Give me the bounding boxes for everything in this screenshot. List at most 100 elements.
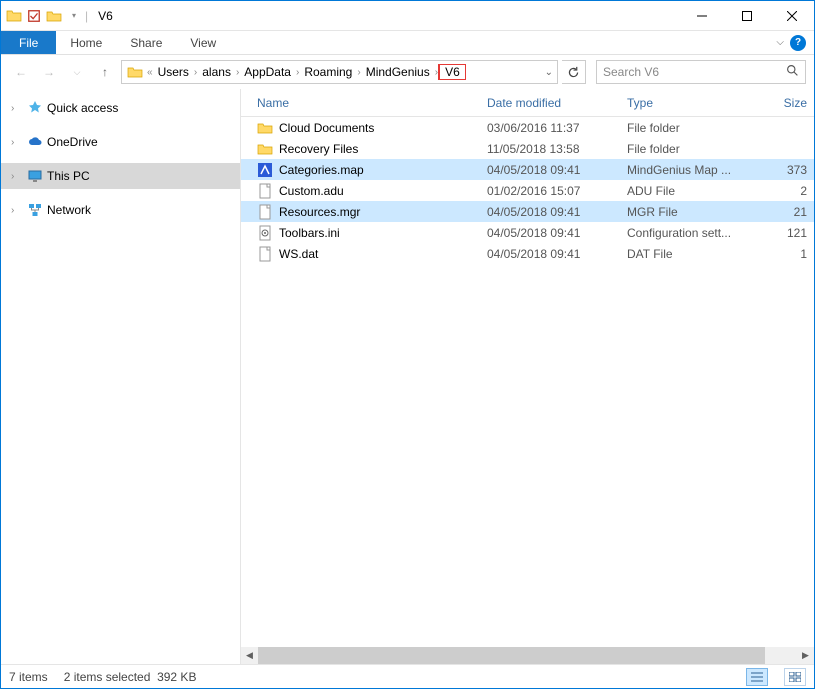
ribbon-expand-icon[interactable]: ⌵ bbox=[776, 37, 784, 48]
help-icon[interactable]: ? bbox=[790, 35, 806, 51]
recent-dropdown[interactable]: ⌵ bbox=[65, 60, 89, 84]
folder-icon bbox=[257, 141, 273, 157]
details-view-button[interactable] bbox=[746, 668, 768, 686]
column-name[interactable]: Name bbox=[257, 96, 487, 110]
tree-item-onedrive[interactable]: › OneDrive bbox=[1, 129, 240, 155]
file-row[interactable]: Categories.map 04/05/2018 09:41MindGenius… bbox=[241, 159, 814, 180]
column-type[interactable]: Type bbox=[627, 96, 747, 110]
file-date: 03/06/2016 11:37 bbox=[487, 121, 627, 135]
monitor-icon bbox=[27, 168, 43, 184]
breadcrumb-v6[interactable]: V6 bbox=[439, 64, 466, 80]
column-date[interactable]: Date modified bbox=[487, 96, 627, 110]
status-selected-size: 392 KB bbox=[157, 670, 196, 684]
file-row[interactable]: Toolbars.ini 04/05/2018 09:41Configuratio… bbox=[241, 222, 814, 243]
file-row[interactable]: Recovery Files11/05/2018 13:58File folde… bbox=[241, 138, 814, 159]
file-row[interactable]: Cloud Documents 03/06/2016 11:37File fold… bbox=[241, 117, 814, 138]
file-row[interactable]: Custom.adu 01/02/2016 15:07ADU File2 bbox=[241, 180, 814, 201]
breadcrumb-appdata[interactable]: AppData bbox=[240, 65, 295, 79]
chevron-right-icon[interactable]: › bbox=[11, 137, 23, 148]
file-name: WS.dat bbox=[279, 247, 318, 261]
file-name: Cloud Documents bbox=[279, 121, 374, 135]
column-size[interactable]: Size bbox=[747, 96, 807, 110]
horizontal-scrollbar[interactable]: ◀ ▶ bbox=[241, 647, 814, 664]
status-selected-count: 2 items selected bbox=[64, 670, 151, 684]
file-name: Toolbars.ini bbox=[279, 226, 340, 240]
file-size: 121 bbox=[747, 226, 807, 240]
up-button[interactable]: ↑ bbox=[93, 60, 117, 84]
search-icon bbox=[786, 64, 799, 80]
file-date: 01/02/2016 15:07 bbox=[487, 184, 627, 198]
ribbon-home-tab[interactable]: Home bbox=[56, 31, 116, 54]
scrollbar-thumb[interactable] bbox=[258, 647, 765, 664]
file-name: Custom.adu bbox=[279, 184, 344, 198]
file-size: 373 bbox=[747, 163, 807, 177]
file-size: 21 bbox=[747, 205, 807, 219]
tree-label: Quick access bbox=[47, 101, 118, 115]
file-icon bbox=[257, 183, 273, 199]
file-type: Configuration sett... bbox=[627, 226, 747, 240]
maximize-button[interactable] bbox=[724, 1, 769, 31]
file-row[interactable]: WS.dat 04/05/2018 09:41DAT File1 bbox=[241, 243, 814, 264]
forward-button[interactable]: → bbox=[37, 60, 61, 84]
scroll-left-button[interactable]: ◀ bbox=[241, 647, 258, 664]
folder-icon bbox=[257, 120, 273, 136]
file-size: 2 bbox=[747, 184, 807, 198]
map-icon bbox=[257, 162, 273, 178]
file-date: 11/05/2018 13:58 bbox=[487, 142, 627, 156]
search-placeholder: Search V6 bbox=[603, 65, 659, 79]
qat-dropdown-icon[interactable]: ▾ bbox=[65, 7, 83, 25]
file-name: Categories.map bbox=[279, 163, 364, 177]
column-headers[interactable]: Name Date modified Type Size bbox=[241, 89, 814, 117]
ini-icon bbox=[257, 225, 273, 241]
chevron-right-icon[interactable]: › bbox=[11, 171, 23, 182]
properties-icon[interactable] bbox=[25, 7, 43, 25]
file-date: 04/05/2018 09:41 bbox=[487, 163, 627, 177]
minimize-button[interactable] bbox=[679, 1, 724, 31]
file-date: 04/05/2018 09:41 bbox=[487, 226, 627, 240]
crumb-overflow[interactable]: « bbox=[146, 67, 154, 78]
tree-item-network[interactable]: ›Network bbox=[1, 197, 240, 223]
star-icon bbox=[27, 100, 43, 116]
tree-label: OneDrive bbox=[47, 135, 98, 149]
tree-label: This PC bbox=[47, 169, 90, 183]
folder-small-icon[interactable] bbox=[45, 7, 63, 25]
back-button[interactable]: ← bbox=[9, 60, 33, 84]
network-icon bbox=[27, 202, 43, 218]
file-name: Recovery Files bbox=[279, 142, 358, 156]
file-icon bbox=[257, 246, 273, 262]
file-row[interactable]: Resources.mgr 04/05/2018 09:41MGR File21 bbox=[241, 201, 814, 222]
close-button[interactable] bbox=[769, 1, 814, 31]
chevron-right-icon[interactable]: › bbox=[11, 103, 23, 114]
tree-item-quick-access[interactable]: › Quick access bbox=[1, 95, 240, 121]
thumbnails-view-button[interactable] bbox=[784, 668, 806, 686]
ribbon-file-tab[interactable]: File bbox=[1, 31, 56, 54]
ribbon-view-tab[interactable]: View bbox=[176, 31, 230, 54]
breadcrumb-mindgenius[interactable]: MindGenius bbox=[362, 65, 434, 79]
window-title: V6 bbox=[90, 9, 113, 23]
file-type: File folder bbox=[627, 121, 747, 135]
file-icon bbox=[257, 204, 273, 220]
file-type: DAT File bbox=[627, 247, 747, 261]
chevron-right-icon[interactable]: › bbox=[11, 205, 23, 216]
file-type: ADU File bbox=[627, 184, 747, 198]
breadcrumb-alans[interactable]: alans bbox=[198, 65, 235, 79]
search-input[interactable]: Search V6 bbox=[596, 60, 806, 84]
file-type: MindGenius Map ... bbox=[627, 163, 747, 177]
breadcrumb-users[interactable]: Users bbox=[154, 65, 193, 79]
breadcrumb-roaming[interactable]: Roaming bbox=[300, 65, 356, 79]
scroll-right-button[interactable]: ▶ bbox=[797, 647, 814, 664]
file-date: 04/05/2018 09:41 bbox=[487, 247, 627, 261]
file-date: 04/05/2018 09:41 bbox=[487, 205, 627, 219]
refresh-button[interactable] bbox=[562, 60, 586, 84]
status-item-count: 7 items bbox=[9, 670, 48, 684]
address-bar[interactable]: « Users›alans›AppData›Roaming›MindGenius… bbox=[121, 60, 558, 84]
file-type: MGR File bbox=[627, 205, 747, 219]
file-size: 1 bbox=[747, 247, 807, 261]
cloud-icon bbox=[27, 134, 43, 150]
folder-icon bbox=[126, 63, 144, 81]
ribbon-share-tab[interactable]: Share bbox=[116, 31, 176, 54]
folder-icon bbox=[5, 7, 23, 25]
address-dropdown-icon[interactable]: ⌄ bbox=[541, 67, 557, 78]
tree-item-this-pc[interactable]: › This PC bbox=[1, 163, 240, 189]
file-name: Resources.mgr bbox=[279, 205, 360, 219]
